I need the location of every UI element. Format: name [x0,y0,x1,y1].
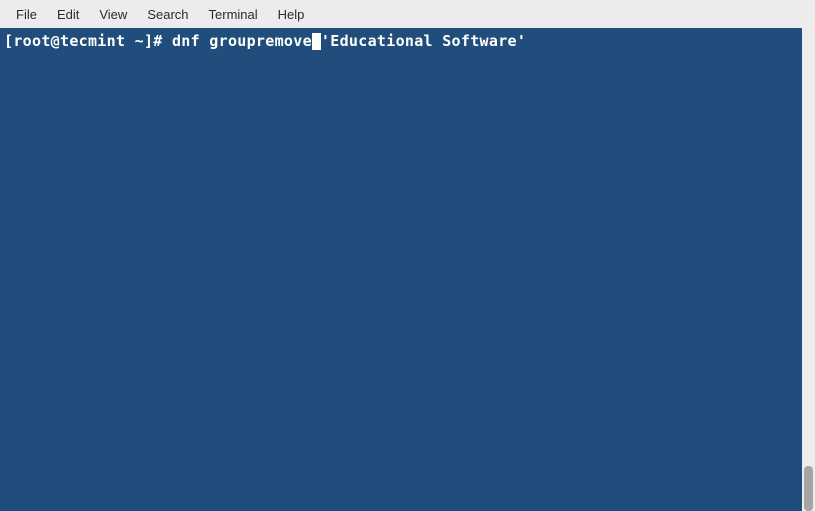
menubar: File Edit View Search Terminal Help [0,0,815,28]
terminal-line: [root@tecmint ~]# dnf groupremove 'Educat… [4,32,798,50]
menu-terminal[interactable]: Terminal [199,3,268,26]
prompt-text-right: 'Educational Software' [321,32,526,50]
menu-edit[interactable]: Edit [47,3,89,26]
scrollbar-thumb[interactable] [804,466,813,511]
menu-help[interactable]: Help [268,3,315,26]
menu-file[interactable]: File [6,3,47,26]
terminal-viewport[interactable]: [root@tecmint ~]# dnf groupremove 'Educat… [0,28,802,511]
scrollbar-track[interactable] [802,28,815,511]
prompt-text-left: [root@tecmint ~]# dnf groupremove [4,32,312,50]
menu-search[interactable]: Search [137,3,198,26]
menu-view[interactable]: View [89,3,137,26]
cursor-icon [312,33,321,50]
